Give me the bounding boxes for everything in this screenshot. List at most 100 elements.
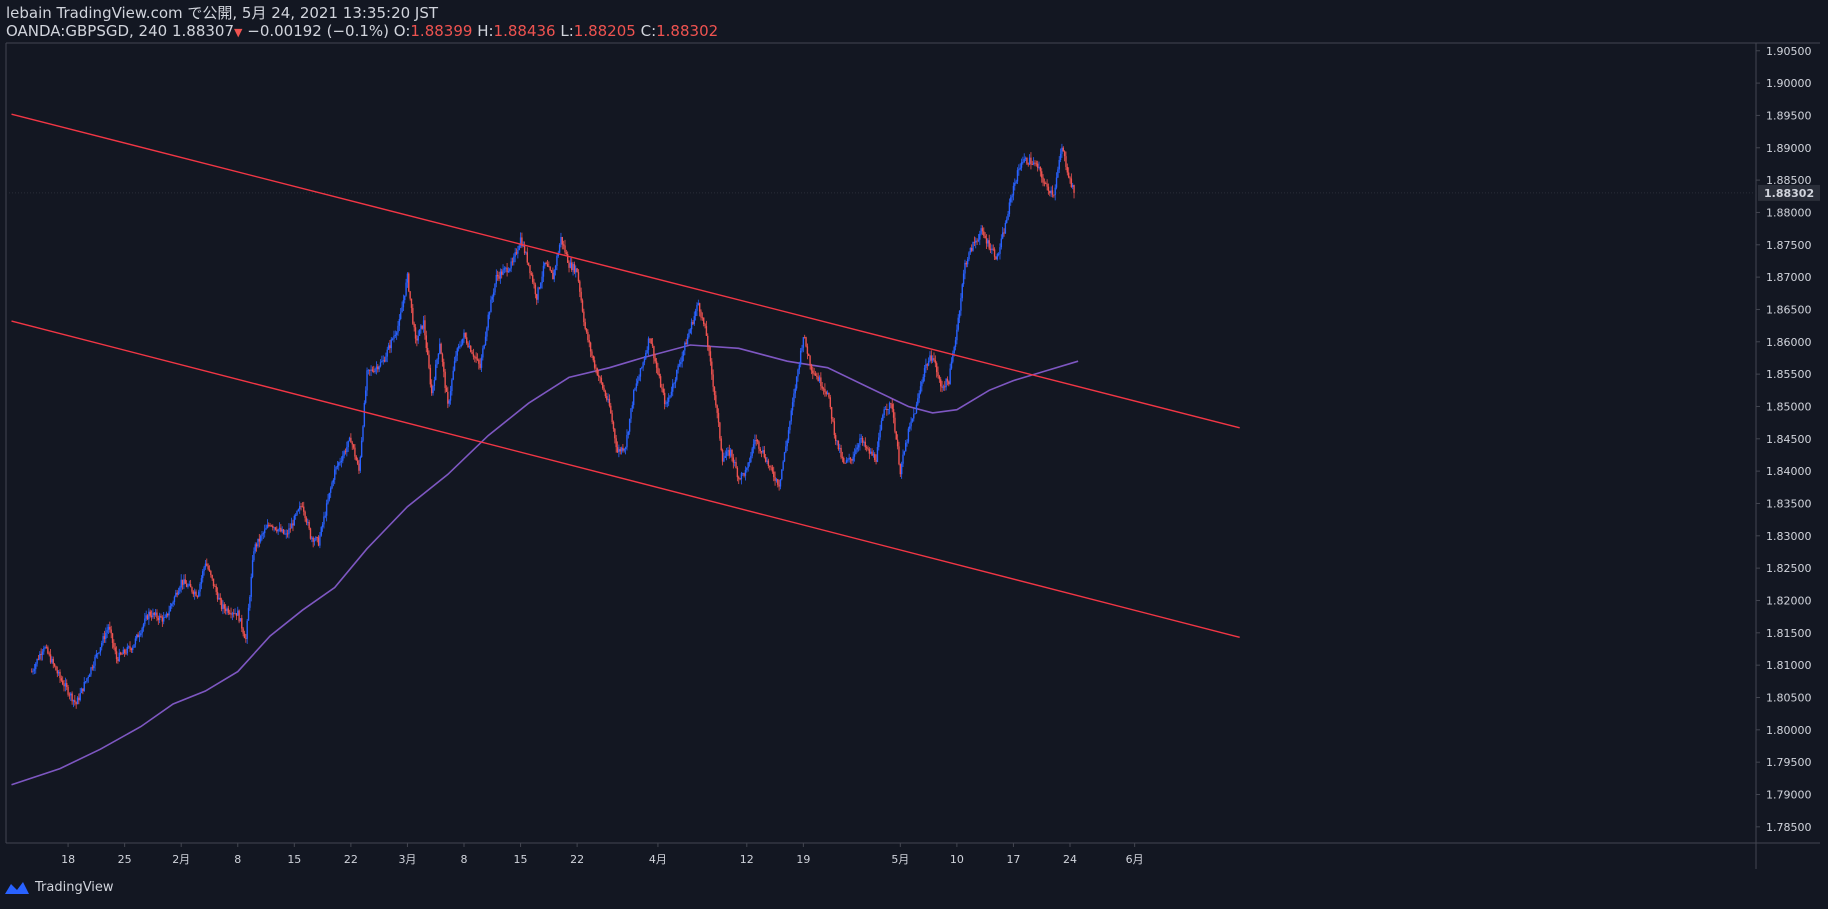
candle-body — [276, 529, 278, 532]
candle-body — [760, 450, 763, 453]
candle-body — [87, 676, 89, 679]
candle-body — [830, 407, 833, 419]
candle-body — [476, 358, 479, 360]
candle-body — [1045, 183, 1047, 184]
candle-body — [564, 245, 566, 253]
candle-body — [426, 347, 429, 355]
candle-body — [545, 262, 547, 264]
candle-body — [222, 604, 224, 610]
candle-body — [661, 387, 663, 389]
candle-body — [228, 612, 231, 614]
time-tick-label: 4月 — [649, 853, 667, 866]
candle-body — [1006, 219, 1008, 223]
candle-body — [1049, 190, 1051, 194]
candle-body — [874, 454, 876, 460]
candle-body — [568, 262, 570, 268]
candle-body — [738, 477, 740, 479]
candle-body — [115, 651, 118, 660]
candle-body — [83, 681, 85, 692]
candle-body — [274, 527, 277, 530]
candle-body — [740, 473, 743, 480]
candle-body — [806, 346, 809, 354]
tradingview-logo-icon — [5, 881, 29, 894]
candle-body — [770, 466, 772, 468]
candle-body — [374, 368, 376, 372]
candle-body — [409, 291, 411, 299]
candle-body — [33, 669, 36, 671]
candle-body — [985, 238, 988, 244]
candle-body — [490, 299, 492, 313]
candle-body — [882, 415, 884, 421]
candle-body — [1036, 163, 1039, 168]
candle-body — [484, 336, 487, 346]
candle-body — [123, 649, 126, 654]
price-tick-label: 1.87000 — [1766, 271, 1812, 284]
candle-body — [724, 455, 726, 459]
candle-body — [686, 337, 689, 345]
candle-body — [1007, 213, 1009, 220]
candle-body — [903, 451, 906, 455]
time-tick-label: 19 — [796, 853, 810, 866]
candle-body — [119, 652, 122, 655]
candle-body — [204, 563, 207, 568]
candle-body — [57, 671, 60, 674]
candle-body — [637, 380, 639, 384]
candle-body — [475, 356, 477, 359]
candle-body — [474, 356, 476, 358]
candle-body — [816, 375, 818, 377]
candle-body — [435, 364, 437, 381]
candle-body — [408, 273, 410, 292]
candle-body — [603, 388, 605, 392]
candle-body — [1020, 162, 1023, 168]
candle-body — [393, 335, 395, 339]
candle-body — [600, 377, 603, 383]
candle-body — [425, 335, 427, 348]
candle-body — [491, 296, 493, 300]
candle-body — [63, 684, 65, 687]
candle-body — [91, 667, 94, 669]
candle-body — [755, 439, 757, 441]
candle-body — [331, 482, 333, 489]
price-tick-label: 1.85500 — [1766, 368, 1812, 381]
candle-body — [136, 634, 138, 639]
candle-body — [630, 408, 632, 419]
candle-body — [292, 523, 294, 526]
candle-body — [265, 527, 267, 530]
candle-body — [804, 337, 806, 338]
candle-body — [323, 516, 325, 525]
candle-body — [168, 611, 170, 616]
candle-body — [510, 261, 512, 269]
candle-body — [1026, 157, 1028, 164]
candle-body — [169, 606, 172, 612]
candle-body — [343, 451, 345, 456]
candle-body — [281, 529, 283, 532]
candle-body — [461, 338, 464, 345]
candle-body — [614, 428, 616, 439]
candle-body — [1073, 185, 1075, 193]
candle-body — [573, 264, 576, 273]
candle-body — [72, 700, 75, 702]
candle-body — [762, 450, 764, 453]
candle-body — [790, 410, 792, 422]
candle-body — [670, 391, 673, 396]
candle-body — [195, 591, 197, 597]
candle-body — [203, 567, 205, 572]
candle-body — [837, 440, 840, 450]
price-chart[interactable]: 1.905001.900001.895001.890001.885001.880… — [0, 0, 1828, 909]
candle-body — [635, 383, 638, 389]
candle-body — [417, 335, 419, 341]
candle-body — [342, 455, 344, 461]
candle-body — [599, 376, 601, 378]
candle-body — [400, 312, 402, 320]
candle-body — [1010, 197, 1012, 203]
candle-body — [402, 300, 405, 308]
candle-body — [931, 358, 934, 361]
candle-body — [659, 376, 662, 388]
candle-body — [67, 686, 69, 695]
candle-body — [623, 448, 625, 451]
footer: TradingView — [4, 880, 114, 895]
candle-body — [496, 274, 499, 277]
candle-body — [164, 617, 166, 618]
candle-body — [173, 596, 176, 602]
candle-body — [577, 272, 580, 282]
